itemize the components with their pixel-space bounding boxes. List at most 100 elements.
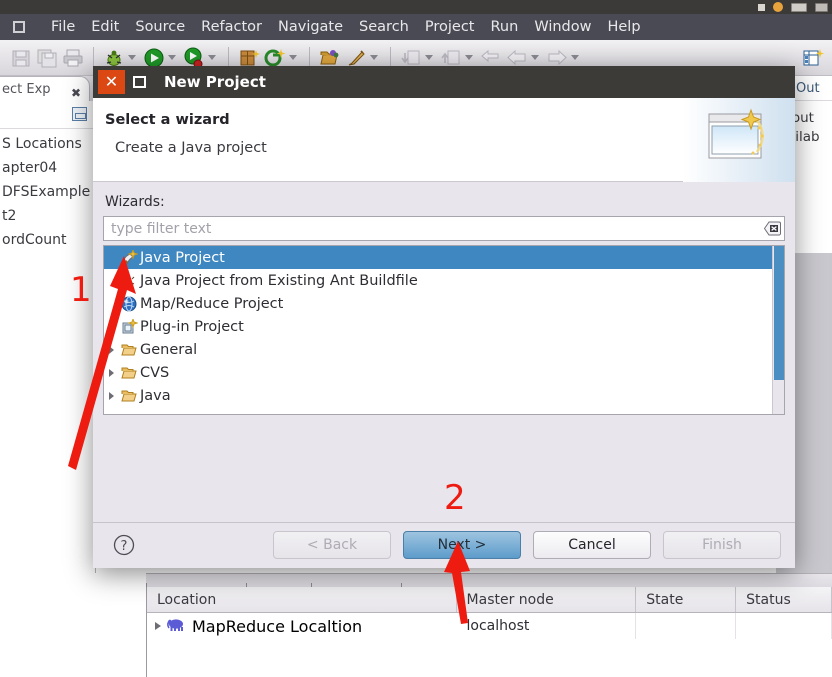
menu-item-refactor[interactable]: Refactor [193, 19, 270, 35]
user-icon[interactable] [773, 2, 783, 12]
list-item-label: Java [140, 387, 171, 404]
next-annotation-dropdown-arrow[interactable] [425, 55, 433, 60]
dialog-titlebar: ✕ New Project [93, 66, 795, 98]
collapse-all-icon[interactable] [72, 107, 87, 121]
forward-dropdown-arrow[interactable] [571, 55, 579, 60]
menu-item-help[interactable]: Help [599, 19, 648, 35]
folder-icon [118, 389, 140, 403]
new-mapreduce-location-icon[interactable] [802, 47, 824, 69]
notifications-icon[interactable] [758, 3, 765, 11]
tab-outline-label: Out [796, 81, 820, 96]
folder-icon [118, 343, 140, 357]
list-item-label: Plug-in Project [140, 318, 244, 335]
maximize-icon[interactable] [127, 70, 152, 94]
column-header-location[interactable]: Location [147, 587, 457, 612]
list-item-java-project[interactable]: Java Project [104, 246, 784, 269]
mapreduce-project-icon [118, 296, 140, 312]
list-item-label: Java Project from Existing Ant Buildfile [140, 272, 418, 289]
run-coverage-dropdown-arrow[interactable] [208, 55, 216, 60]
chevron-right-icon[interactable] [104, 368, 118, 377]
column-header-master-node[interactable]: Master node [457, 587, 637, 612]
mapreduce-locations-view: Location Master node State Status MapRed… [0, 573, 832, 677]
system-tray [758, 0, 828, 14]
project-explorer-toolbar [0, 101, 95, 129]
cell-location-label: MapReduce Localtion [192, 616, 363, 636]
run-dropdown-arrow[interactable] [168, 55, 176, 60]
svg-text:?: ? [121, 539, 128, 554]
locations-table: Location Master node State Status MapRed… [146, 587, 832, 677]
project-explorer-view: ect Exp ✖ S Locations apter04 DFSExample… [0, 76, 96, 573]
tree-item[interactable]: DFSExample [0, 180, 95, 204]
menu-item-window[interactable]: Window [526, 19, 599, 35]
finish-button[interactable]: Finish [663, 531, 781, 559]
wizards-list[interactable]: Java Project Java Project from Existing … [103, 245, 785, 415]
back-button[interactable]: < Back [273, 531, 391, 559]
list-item-general[interactable]: General [104, 338, 784, 361]
dialog-footer: ? < Back Next > Cancel Finish [93, 522, 795, 567]
save-icon[interactable] [10, 47, 32, 69]
print-icon[interactable] [62, 47, 84, 69]
previous-annotation-dropdown-arrow[interactable] [465, 55, 473, 60]
menu-item-navigate[interactable]: Navigate [270, 19, 351, 35]
keyboard-icon[interactable] [791, 2, 807, 12]
cell-master-node[interactable]: localhost [457, 613, 637, 639]
chevron-right-icon[interactable] [104, 345, 118, 354]
project-explorer-tabstrip: ect Exp ✖ [0, 76, 95, 101]
menu-item-run[interactable]: Run [483, 19, 527, 35]
help-icon[interactable]: ? [113, 534, 135, 556]
bottom-view-tabstrip [146, 573, 832, 588]
cell-status[interactable] [736, 613, 832, 639]
bottom-left-blank [0, 573, 146, 677]
folder-icon [118, 366, 140, 380]
menu-item-source[interactable]: Source [127, 19, 193, 35]
new-java-class-dropdown-arrow[interactable] [289, 55, 297, 60]
clear-field-icon[interactable] [760, 217, 784, 240]
tab-project-explorer[interactable]: ect Exp ✖ [0, 76, 90, 101]
save-all-icon[interactable] [36, 47, 58, 69]
menu-item-project[interactable]: Project [417, 19, 483, 35]
menubar: File Edit Source Refactor Navigate Searc… [0, 14, 832, 40]
cancel-button[interactable]: Cancel [533, 531, 651, 559]
dialog-heading: Select a wizard [105, 112, 230, 128]
scrollbar-thumb[interactable] [774, 246, 784, 380]
tree-item[interactable]: apter04 [0, 156, 95, 180]
list-item-mapreduce-project[interactable]: Map/Reduce Project [104, 292, 784, 315]
battery-icon[interactable] [815, 2, 828, 12]
cell-state[interactable] [636, 613, 737, 639]
hadoop-elephant-icon [166, 616, 186, 636]
list-item-label: CVS [140, 364, 170, 381]
new-project-dialog: ✕ New Project Select a wizard Create a J… [93, 66, 795, 568]
debug-dropdown-arrow[interactable] [128, 55, 136, 60]
restore-window-icon[interactable] [13, 21, 25, 33]
locations-table-header: Location Master node State Status [147, 587, 832, 613]
dialog-title: New Project [164, 73, 266, 91]
search-input[interactable] [104, 219, 760, 238]
tree-item[interactable]: t2 [0, 204, 95, 228]
new-wizard-banner-icon [683, 98, 795, 182]
tree-item[interactable]: S Locations [0, 132, 95, 156]
table-row[interactable]: MapReduce Localtion localhost [147, 613, 832, 639]
menu-item-file[interactable]: File [43, 19, 83, 35]
list-item-plugin-project[interactable]: Plug-in Project [104, 315, 784, 338]
column-header-state[interactable]: State [636, 587, 737, 612]
list-item-java[interactable]: Java [104, 384, 784, 407]
list-item-cvs[interactable]: CVS [104, 361, 784, 384]
cell-location[interactable]: MapReduce Localtion [147, 616, 457, 636]
tab-project-explorer-label: ect Exp [2, 82, 51, 97]
next-button[interactable]: Next > [403, 531, 521, 559]
tree-item[interactable]: ordCount [0, 228, 95, 252]
column-header-status[interactable]: Status [736, 587, 832, 612]
list-item-label: General [140, 341, 198, 358]
list-item-java-project-ant[interactable]: Java Project from Existing Ant Buildfile [104, 269, 784, 292]
menu-item-search[interactable]: Search [351, 19, 417, 35]
chevron-right-icon[interactable] [155, 622, 161, 630]
back-dropdown-arrow[interactable] [531, 55, 539, 60]
list-item-label: Java Project [140, 249, 225, 266]
wizards-label: Wizards: [105, 194, 165, 210]
scrollbar-vertical[interactable] [772, 246, 784, 414]
dialog-button-row: < Back Next > Cancel Finish [261, 531, 795, 559]
chevron-right-icon[interactable] [104, 391, 118, 400]
external-tools-dropdown-arrow[interactable] [370, 55, 378, 60]
close-icon[interactable]: ✕ [98, 70, 125, 94]
menu-item-edit[interactable]: Edit [83, 19, 127, 35]
